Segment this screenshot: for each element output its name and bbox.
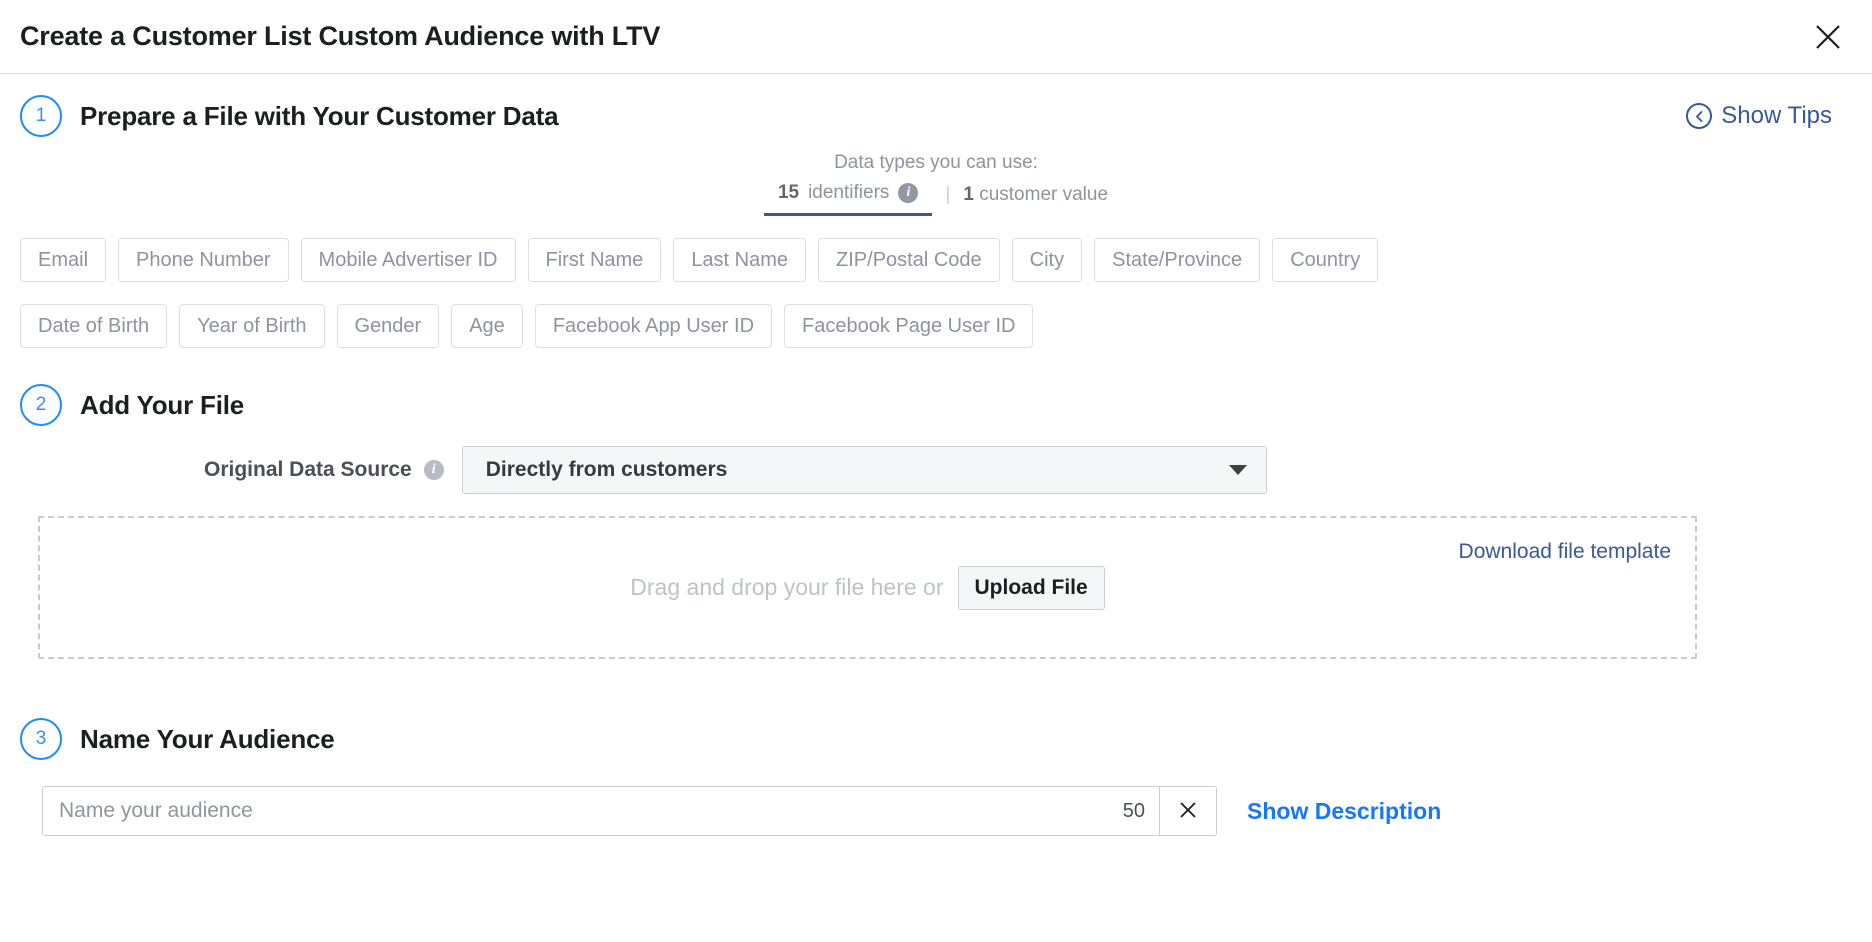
data-type-chip: ZIP/Postal Code: [818, 238, 1000, 282]
show-description-link[interactable]: Show Description: [1247, 798, 1441, 825]
audience-name-input[interactable]: [43, 787, 1123, 835]
audience-name-field-group: 50: [42, 786, 1217, 836]
data-types-counts: 15 identifiers i | 1 customer value: [20, 182, 1852, 216]
data-type-chip: Mobile Advertiser ID: [300, 238, 516, 282]
dropzone-inner: Drag and drop your file here or Upload F…: [630, 565, 1105, 610]
data-type-chip: City: [1011, 238, 1083, 282]
chevron-down-icon: [1228, 465, 1247, 475]
data-types-label: Data types you can use:: [834, 152, 1038, 173]
step-1-header: 1 Prepare a File with Your Customer Data: [20, 95, 559, 137]
step-3-section: 3 Name Your Audience 50 Show Description: [20, 718, 1852, 836]
step-2-number: 2: [20, 384, 62, 426]
data-type-chip: Email: [20, 238, 107, 282]
original-data-source-label: Original Data Source i: [204, 458, 444, 482]
data-type-chip: Last Name: [673, 238, 807, 282]
step-3-title: Name Your Audience: [80, 723, 335, 754]
info-icon[interactable]: i: [423, 460, 444, 480]
file-dropzone[interactable]: Drag and drop your file here or Upload F…: [38, 516, 1697, 659]
original-data-source-select[interactable]: Directly from customers: [461, 446, 1267, 494]
customer-value-label: customer value: [979, 183, 1109, 205]
upload-file-button[interactable]: Upload File: [957, 565, 1105, 610]
original-data-source-label-text: Original Data Source: [204, 458, 412, 481]
download-file-template-link[interactable]: Download file template: [1459, 540, 1671, 564]
step-1-title: Prepare a File with Your Customer Data: [80, 100, 559, 131]
character-counter: 50: [1122, 799, 1145, 822]
dropzone-text: Drag and drop your file here or: [630, 574, 944, 600]
step-1-number: 1: [20, 95, 62, 137]
step-3-header: 3 Name Your Audience: [20, 718, 1852, 760]
data-type-chip: Facebook App User ID: [534, 304, 773, 348]
data-type-chip: Country: [1272, 238, 1379, 282]
close-icon: [1176, 798, 1200, 825]
page-title: Create a Customer List Custom Audience w…: [20, 21, 661, 51]
data-type-chip: Age: [451, 304, 523, 348]
original-data-source-value: Directly from customers: [485, 458, 728, 481]
customer-value-count: 1: [963, 183, 974, 205]
customer-value-group[interactable]: 1 customer value: [963, 184, 1108, 215]
step-1-header-row: 1 Prepare a File with Your Customer Data…: [20, 74, 1852, 137]
data-type-chips-row-1: Email Phone Number Mobile Advertiser ID …: [20, 238, 1720, 282]
audience-name-row: 50 Show Description: [20, 786, 1852, 836]
show-tips-button[interactable]: Show Tips: [1686, 102, 1852, 130]
data-type-chip: Phone Number: [118, 238, 289, 282]
step-2-section: 2 Add Your File Original Data Source i D…: [20, 384, 1852, 659]
identifiers-tab[interactable]: 15 identifiers i: [763, 182, 933, 216]
step-2-header: 2 Add Your File: [20, 384, 1852, 426]
step-3-number: 3: [20, 718, 62, 760]
data-type-chip: Facebook Page User ID: [784, 304, 1034, 348]
identifiers-count: 15: [777, 182, 800, 203]
data-type-chip: First Name: [527, 238, 662, 282]
show-tips-label: Show Tips: [1721, 102, 1832, 129]
counts-divider: |: [945, 183, 951, 205]
close-button[interactable]: [1806, 15, 1850, 59]
original-data-source-row: Original Data Source i Directly from cus…: [20, 446, 1852, 494]
modal-body: 1 Prepare a File with Your Customer Data…: [0, 74, 1872, 836]
close-icon: [1813, 22, 1843, 52]
data-type-chips-row-2: Date of Birth Year of Birth Gender Age F…: [20, 304, 1720, 348]
data-type-chip: Gender: [336, 304, 440, 348]
info-icon[interactable]: i: [898, 183, 919, 203]
data-type-chip: State/Province: [1094, 238, 1261, 282]
clear-name-button[interactable]: [1159, 787, 1216, 835]
chevron-left-circle-icon: [1686, 103, 1713, 129]
modal-header: Create a Customer List Custom Audience w…: [0, 0, 1872, 74]
step-2-title: Add Your File: [80, 389, 245, 420]
identifiers-label: identifiers: [808, 182, 890, 203]
data-type-chip: Year of Birth: [179, 304, 325, 348]
data-types-section: Data types you can use: 15 identifiers i…: [20, 152, 1852, 216]
data-type-chip: Date of Birth: [20, 304, 168, 348]
